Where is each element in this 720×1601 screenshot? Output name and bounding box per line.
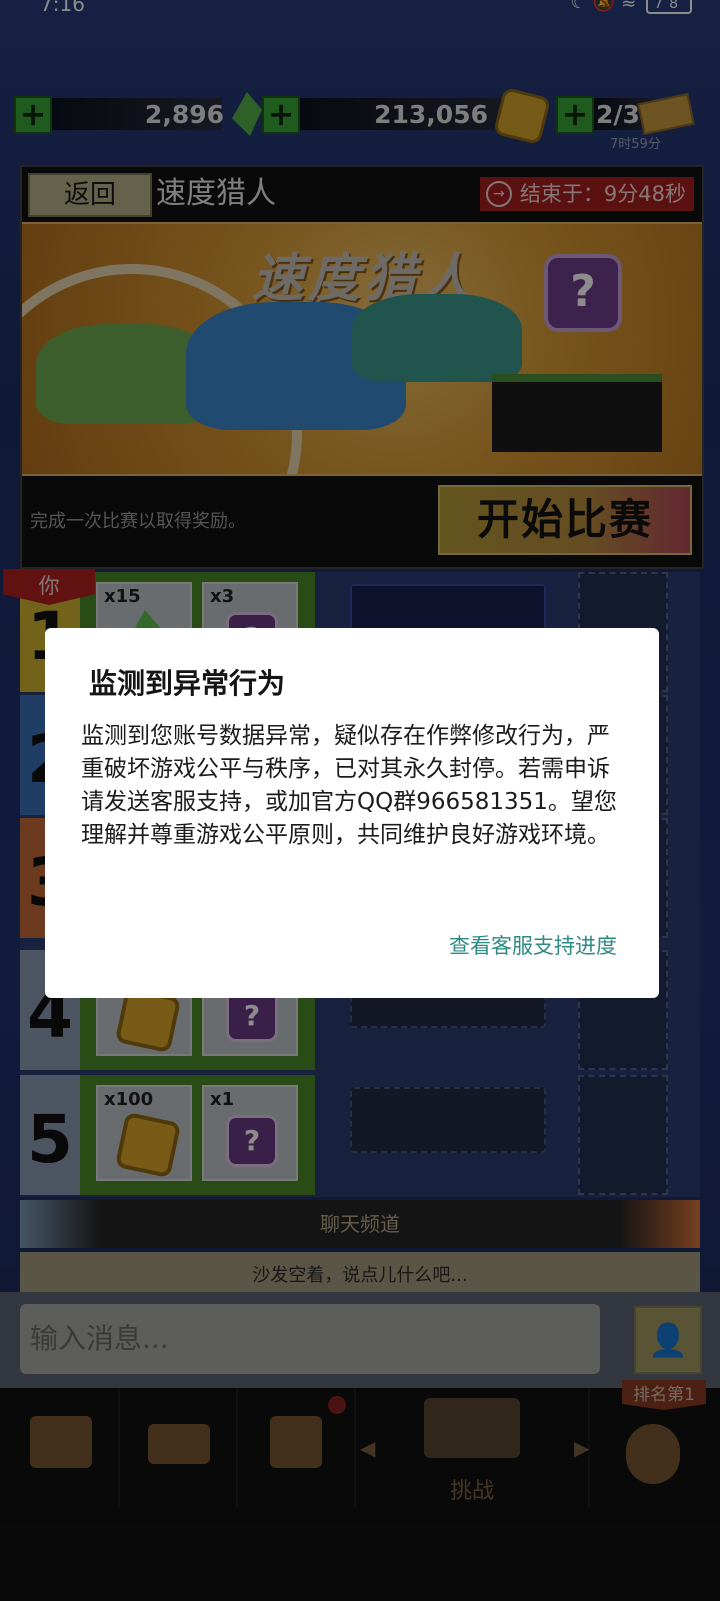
dialog-title: 监测到异常行为 — [89, 667, 286, 700]
dialog-message: 监测到您账号数据异常，疑似存在作弊修改行为，严重破坏游戏公平与秩序，已对其永久封… — [81, 723, 617, 848]
anomaly-dialog: 监测到异常行为 监测到您账号数据异常，疑似存在作弊修改行为，严重破坏游戏公平与秩… — [45, 628, 659, 998]
view-support-progress-link[interactable]: 查看客服支持进度 — [449, 930, 617, 960]
